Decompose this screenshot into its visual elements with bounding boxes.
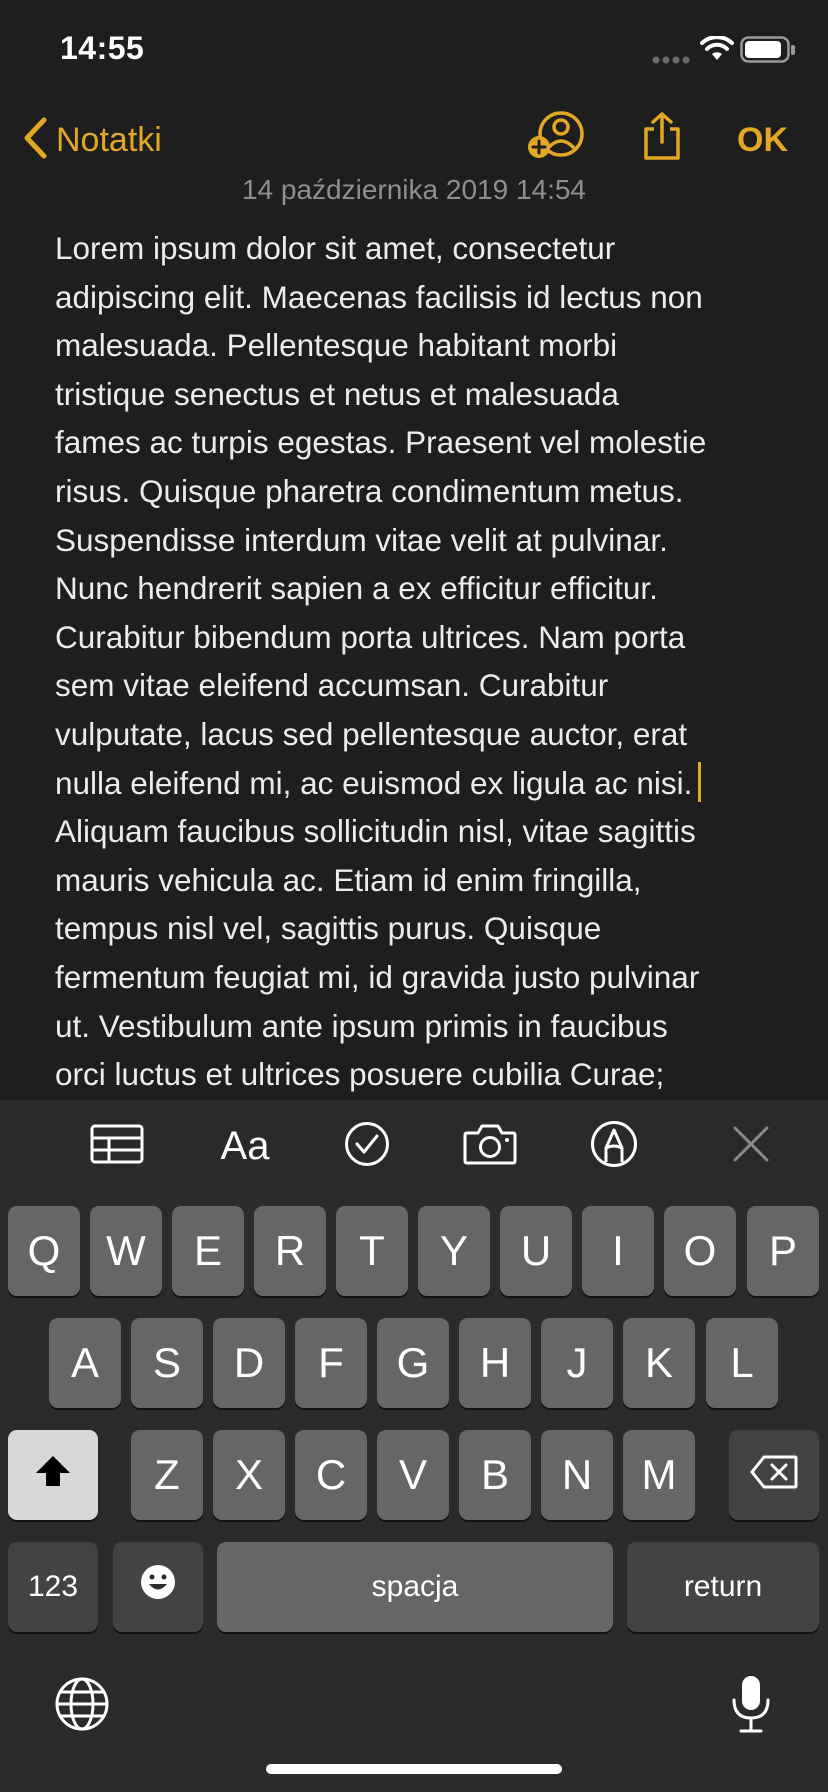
note-line: Aliquam faucibus sollicitudin nisl, vita…: [55, 813, 696, 850]
delete-backward-icon: [750, 1451, 798, 1499]
return-key[interactable]: return: [627, 1542, 819, 1632]
note-line: nulla eleifend mi, ac euismod ex ligula …: [55, 764, 693, 801]
close-toolbar-button[interactable]: [718, 1115, 784, 1177]
note-line: Suspendisse interdum vitae velit at pulv…: [55, 521, 668, 558]
note-text-area[interactable]: Lorem ipsum dolor sit amet, consectetur …: [55, 224, 785, 1094]
wifi-icon: [700, 35, 734, 67]
numbers-key[interactable]: 123: [8, 1542, 98, 1632]
note-line: Curabitur bibendum porta ultrices. Nam p…: [55, 618, 686, 655]
key-o[interactable]: O: [664, 1206, 736, 1296]
checklist-icon: [344, 1121, 390, 1172]
format-text-icon: Aa: [220, 1123, 270, 1168]
key-c[interactable]: C: [295, 1430, 367, 1520]
key-l[interactable]: L: [706, 1318, 778, 1408]
note-line-with-cursor: nulla eleifend mi, ac euismod ex ligula …: [55, 759, 785, 808]
key-h[interactable]: H: [459, 1318, 531, 1408]
key-z[interactable]: Z: [131, 1430, 203, 1520]
key-k[interactable]: K: [623, 1318, 695, 1408]
space-key[interactable]: spacja: [217, 1542, 613, 1632]
key-n[interactable]: N: [541, 1430, 613, 1520]
navigation-bar: Notatki OK: [0, 100, 828, 180]
key-g[interactable]: G: [377, 1318, 449, 1408]
keyboard: Q W E R T Y U I O P A S D F G H J K L Z …: [0, 1190, 828, 1792]
key-y[interactable]: Y: [418, 1206, 490, 1296]
camera-icon: [463, 1123, 517, 1170]
note-line: ut. Vestibulum ante ipsum primis in fauc…: [55, 1007, 668, 1044]
markup-button[interactable]: [581, 1115, 647, 1177]
markup-pen-icon: [590, 1120, 638, 1173]
key-p[interactable]: P: [747, 1206, 819, 1296]
table-button[interactable]: [84, 1115, 150, 1177]
globe-button[interactable]: [52, 1676, 112, 1736]
note-line: fermentum feugiat mi, id gravida justo p…: [55, 958, 700, 995]
key-b[interactable]: B: [459, 1430, 531, 1520]
text-format-button[interactable]: Aa: [212, 1115, 278, 1177]
microphone-icon: [730, 1674, 772, 1739]
add-person-icon: [527, 110, 587, 167]
note-line: mauris vehicula ac. Etiam id enim fringi…: [55, 861, 642, 898]
note-line: fames ac turpis egestas. Praesent vel mo…: [55, 424, 707, 461]
battery-icon: [740, 36, 796, 69]
note-line: tristique senectus et netus et malesuada: [55, 375, 619, 412]
key-f[interactable]: F: [295, 1318, 367, 1408]
note-line: vulputate, lacus sed pellentesque auctor…: [55, 715, 688, 752]
dictation-button[interactable]: [721, 1670, 781, 1742]
key-s[interactable]: S: [131, 1318, 203, 1408]
formatting-toolbar: Aa: [0, 1100, 828, 1190]
status-bar: 14:55: [0, 0, 828, 100]
chevron-left-icon: [22, 116, 48, 165]
key-q[interactable]: Q: [8, 1206, 80, 1296]
shift-arrow-icon: [33, 1451, 73, 1499]
key-d[interactable]: D: [213, 1318, 285, 1408]
checklist-button[interactable]: [334, 1115, 400, 1177]
back-button[interactable]: Notatki: [22, 110, 162, 170]
note-line: risus. Quisque pharetra condimentum metu…: [55, 472, 684, 509]
key-i[interactable]: I: [582, 1206, 654, 1296]
notes-screen: 14:55 Notatki OK 14 października 2019 14…: [0, 0, 828, 1792]
close-icon: [732, 1125, 770, 1168]
note-line: malesuada. Pellentesque habitant morbi: [55, 327, 618, 364]
note-line: Nunc hendrerit sapien a ex efficitur eff…: [55, 570, 658, 607]
add-people-button[interactable]: [525, 106, 589, 170]
note-date: 14 października 2019 14:54: [241, 174, 587, 205]
share-button[interactable]: [630, 106, 694, 170]
backspace-key[interactable]: [729, 1430, 819, 1520]
back-label: Notatki: [56, 120, 162, 159]
share-icon: [640, 111, 684, 166]
key-t[interactable]: T: [336, 1206, 408, 1296]
ok-button[interactable]: OK: [737, 112, 788, 168]
note-line: orci luctus et ultrices posuere cubilia …: [55, 1056, 665, 1093]
home-indicator[interactable]: [266, 1764, 562, 1774]
key-e[interactable]: E: [172, 1206, 244, 1296]
key-r[interactable]: R: [254, 1206, 326, 1296]
note-line: adipiscing elit. Maecenas facilisis id l…: [55, 278, 703, 315]
camera-button[interactable]: [457, 1115, 523, 1177]
globe-icon: [54, 1676, 110, 1737]
table-icon: [90, 1124, 144, 1169]
key-m[interactable]: M: [623, 1430, 695, 1520]
key-v[interactable]: V: [377, 1430, 449, 1520]
note-line: sem vitae eleifend accumsan. Curabitur: [55, 667, 609, 704]
note-line: Lorem ipsum dolor sit amet, consectetur: [55, 230, 616, 266]
emoji-key[interactable]: [113, 1542, 203, 1632]
key-x[interactable]: X: [213, 1430, 285, 1520]
text-cursor: [698, 761, 702, 802]
note-line: tempus nisl vel, sagittis purus. Quisque: [55, 910, 602, 947]
key-w[interactable]: W: [90, 1206, 162, 1296]
key-a[interactable]: A: [49, 1318, 121, 1408]
shift-key[interactable]: [8, 1430, 98, 1520]
emoji-face-icon: [139, 1563, 177, 1611]
status-time: 14:55: [60, 30, 145, 66]
cellular-signal-icon: [652, 52, 692, 70]
key-j[interactable]: J: [541, 1318, 613, 1408]
key-u[interactable]: U: [500, 1206, 572, 1296]
